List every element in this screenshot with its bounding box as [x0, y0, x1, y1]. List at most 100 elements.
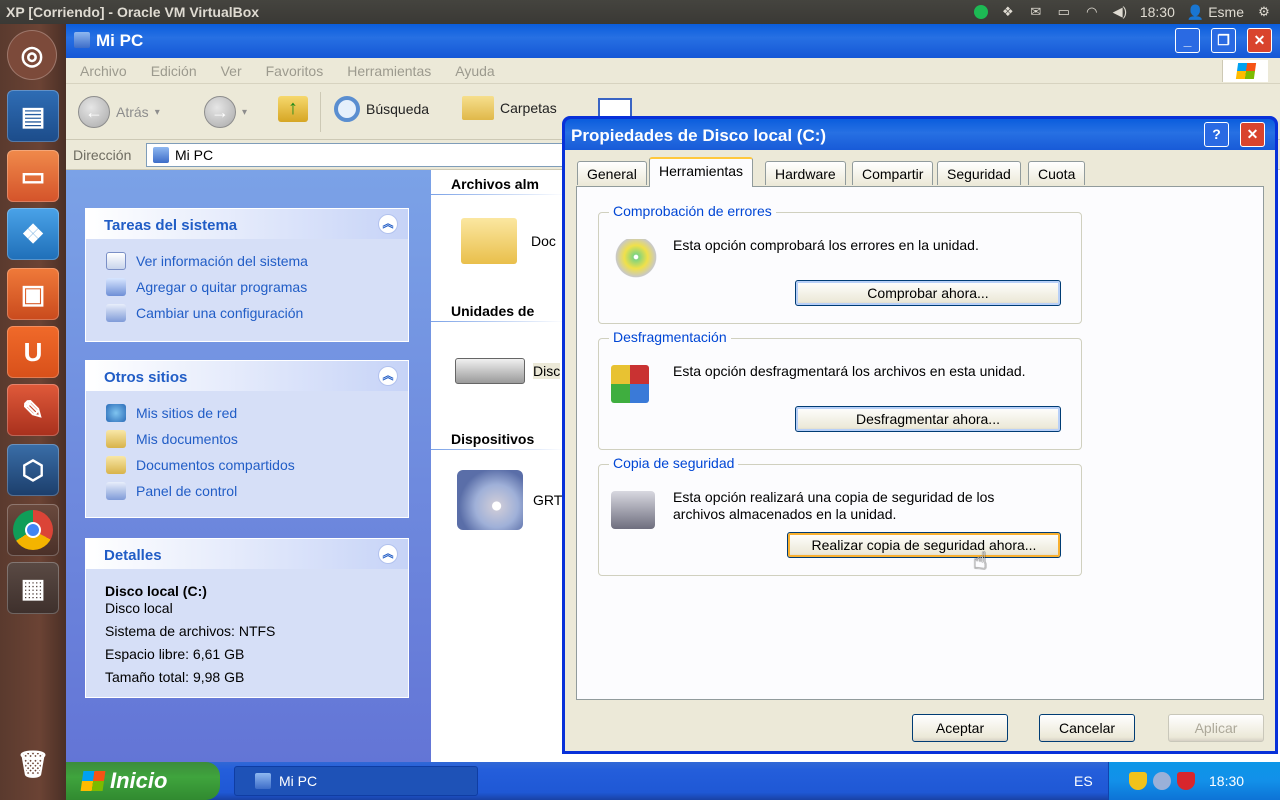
back-dropdown-icon[interactable]: ▾ — [155, 107, 160, 118]
shared-folder-icon — [106, 456, 126, 474]
close-button[interactable]: ✕ — [1247, 28, 1272, 53]
collapse-chevron-icon[interactable]: ︽ — [378, 544, 398, 564]
back-button[interactable]: ← Atrás ▾ — [78, 96, 160, 128]
launcher-ubuntu-icon[interactable]: ◎ — [7, 30, 57, 80]
task-pane: Tareas del sistema ︽ Ver información del… — [66, 170, 431, 762]
tab-general[interactable]: General — [577, 161, 647, 185]
link-change-setting[interactable]: Cambiar una configuración — [86, 299, 408, 325]
cd-drive-item[interactable]: GRT — [457, 470, 562, 530]
launcher-workspaces-icon[interactable]: ▦ — [7, 562, 59, 614]
launcher-files-icon[interactable]: ▭ — [7, 150, 59, 202]
control-panel-icon — [106, 304, 126, 322]
help-button[interactable]: ? — [1204, 122, 1229, 147]
launcher-chrome-icon[interactable] — [7, 504, 59, 556]
other-places-header[interactable]: Otros sitios ︽ — [86, 361, 408, 391]
folders-button[interactable]: Carpetas — [462, 96, 557, 120]
link-label: Mis documentos — [136, 431, 238, 447]
launcher-ubuntu-one-icon[interactable]: U — [7, 326, 59, 378]
host-user[interactable]: 👤 Esme — [1187, 4, 1244, 21]
search-icon — [334, 96, 360, 122]
toolbar-separator — [320, 92, 321, 132]
taskbar-item-mi-pc[interactable]: Mi PC — [234, 766, 478, 796]
link-add-remove-programs[interactable]: Agregar o quitar programas — [86, 273, 408, 299]
link-control-panel[interactable]: Panel de control — [86, 477, 408, 503]
local-disk-item[interactable]: Disc — [455, 358, 561, 384]
item-label: Disc — [533, 363, 561, 379]
start-button[interactable]: Inicio — [66, 762, 220, 800]
launcher-writer-icon[interactable]: ▤ — [7, 90, 59, 142]
link-label: Ver información del sistema — [136, 253, 308, 269]
check-now-button[interactable]: Comprobar ahora... — [795, 280, 1061, 306]
launcher-trash-icon[interactable]: 🗑 — [7, 738, 59, 790]
cancel-button[interactable]: Cancelar — [1039, 714, 1135, 742]
forward-dropdown-icon[interactable]: ▾ — [242, 107, 247, 118]
menu-herramientas[interactable]: Herramientas — [347, 63, 431, 79]
menu-archivo[interactable]: Archivo — [80, 63, 127, 79]
properties-dialog: Propiedades de Disco local (C:) ? ✕ Gene… — [562, 116, 1278, 754]
host-clock[interactable]: 18:30 — [1140, 4, 1175, 20]
launcher-dropbox-icon[interactable]: ❖ — [7, 208, 59, 260]
backup-now-button[interactable]: Realizar copia de seguridad ahora... — [787, 532, 1061, 558]
dropbox-icon[interactable]: ❖ — [1000, 5, 1016, 19]
up-button[interactable]: ↑ — [278, 96, 308, 122]
link-shared-documents[interactable]: Documentos compartidos — [86, 451, 408, 477]
menu-edicion[interactable]: Edición — [151, 63, 197, 79]
collapse-chevron-icon[interactable]: ︽ — [378, 214, 398, 234]
defrag-label: Desfragmentación — [609, 329, 731, 345]
ok-button[interactable]: Aceptar — [912, 714, 1008, 742]
host-user-name: Esme — [1208, 3, 1244, 20]
tab-seguridad[interactable]: Seguridad — [937, 161, 1021, 185]
forward-button[interactable]: → ▾ — [204, 96, 247, 128]
defrag-now-button[interactable]: Desfragmentar ahora... — [795, 406, 1061, 432]
minimize-button[interactable]: _ — [1175, 28, 1200, 53]
settings-gear-icon[interactable]: ⚙ — [1256, 5, 1272, 19]
search-button[interactable]: Búsqueda — [334, 96, 429, 122]
mail-icon[interactable]: ✉ — [1028, 5, 1044, 19]
language-indicator[interactable]: ES — [1074, 773, 1093, 789]
link-system-info[interactable]: Ver información del sistema — [86, 247, 408, 273]
details-free-space: Espacio libre: 6,61 GB — [105, 646, 245, 662]
tab-herramientas[interactable]: Herramientas — [649, 157, 754, 187]
dialog-close-button[interactable]: ✕ — [1240, 122, 1265, 147]
tab-cuota[interactable]: Cuota — [1028, 161, 1086, 185]
section-drives: Unidades de — [451, 303, 535, 319]
tab-compartir[interactable]: Compartir — [852, 161, 934, 185]
user-icon: 👤 — [1186, 3, 1205, 20]
folders-icon — [462, 96, 494, 120]
link-my-documents[interactable]: Mis documentos — [86, 425, 408, 451]
apply-button[interactable]: Aplicar — [1168, 714, 1264, 742]
backup-text: Esta opción realizará una copia de segur… — [673, 489, 995, 522]
launcher-virtualbox-icon[interactable]: ⬡ — [7, 444, 59, 496]
folders-label: Carpetas — [500, 100, 557, 116]
alert-shield-icon[interactable] — [1177, 772, 1195, 790]
maximize-button[interactable]: ❐ — [1211, 28, 1236, 53]
launcher-system-settings-icon[interactable]: ✎ — [7, 384, 59, 436]
wifi-icon[interactable]: ◠ — [1084, 5, 1100, 19]
documents-folder-item[interactable]: Doc — [461, 218, 556, 264]
collapse-chevron-icon[interactable]: ︽ — [378, 366, 398, 386]
details-header[interactable]: Detalles ︽ — [86, 539, 408, 569]
host-tray: ❖ ✉ ▭ ◠ ◀) 18:30 👤 Esme ⚙ — [973, 0, 1272, 24]
network-icon[interactable] — [1153, 772, 1171, 790]
taskbar-clock[interactable]: 18:30 — [1209, 773, 1244, 789]
volume-icon[interactable]: ◀) — [1112, 5, 1128, 19]
link-network-places[interactable]: Mis sitios de red — [86, 399, 408, 425]
launcher-software-center-icon[interactable]: ▣ — [7, 268, 59, 320]
dialog-title: Propiedades de Disco local (C:) — [571, 126, 827, 145]
section-divider — [431, 321, 566, 322]
system-tasks-header[interactable]: Tareas del sistema ︽ — [86, 209, 408, 239]
menu-ver[interactable]: Ver — [221, 63, 242, 79]
error-check-label: Comprobación de errores — [609, 203, 776, 219]
address-input[interactable]: Mi PC — [146, 143, 566, 167]
menu-favoritos[interactable]: Favoritos — [266, 63, 324, 79]
dialog-title-bar[interactable]: Propiedades de Disco local (C:) ? ✕ — [565, 119, 1275, 153]
spotify-icon[interactable] — [973, 5, 988, 19]
battery-icon[interactable]: ▭ — [1056, 5, 1072, 19]
system-tasks-panel: Tareas del sistema ︽ Ver información del… — [85, 208, 409, 342]
menu-ayuda[interactable]: Ayuda — [455, 63, 494, 79]
link-label: Documentos compartidos — [136, 457, 295, 473]
explorer-title-bar[interactable]: Mi PC _ ❐ ✕ — [66, 24, 1280, 58]
security-shield-icon[interactable] — [1129, 772, 1147, 790]
tab-hardware[interactable]: Hardware — [765, 161, 846, 185]
computer-icon — [74, 32, 90, 48]
